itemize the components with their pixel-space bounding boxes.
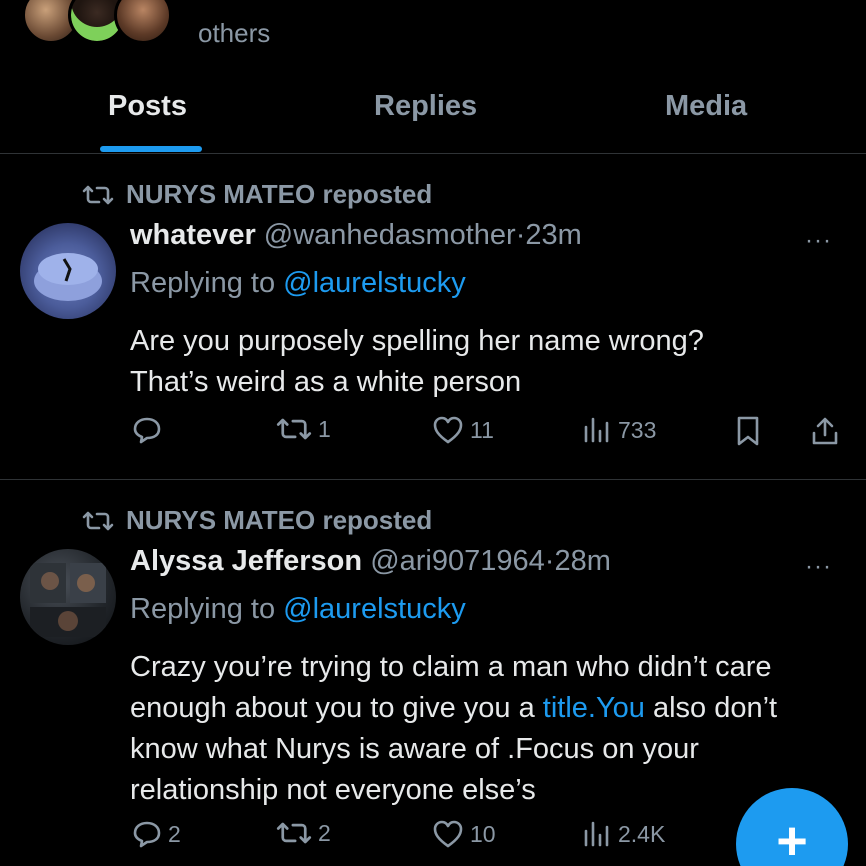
more-options-icon[interactable]: ··· <box>805 553 832 581</box>
avatar[interactable] <box>20 223 116 319</box>
heart-icon <box>433 820 463 848</box>
views-button[interactable]: 733 <box>582 415 656 445</box>
reply-icon <box>133 417 161 444</box>
repost-count: 2 <box>318 819 331 846</box>
handle[interactable]: @wanhedasmother <box>264 219 516 251</box>
replying-to: Replying to @laurelstucky <box>130 267 466 300</box>
post-text-line: That’s weird as a white person <box>130 366 522 398</box>
post-item[interactable]: NURYS MATEO reposted whatever @wanhedasm… <box>0 155 866 480</box>
tab-media[interactable]: Media <box>665 90 747 123</box>
like-count: 11 <box>470 416 494 443</box>
timestamp[interactable]: 23m <box>525 219 581 251</box>
profile-tabs: Posts Replies Media <box>0 60 866 154</box>
inline-link[interactable]: title.You <box>543 692 645 724</box>
followed-by-row[interactable]: others <box>0 0 866 60</box>
replying-label: Replying to <box>130 593 276 625</box>
like-count: 10 <box>470 820 496 847</box>
avatar[interactable] <box>20 549 116 645</box>
reply-button[interactable]: 2 <box>132 819 181 849</box>
post-header: whatever @wanhedasmother·23m <box>130 219 582 252</box>
mention-link[interactable]: @laurelstucky <box>283 267 466 299</box>
repost-button[interactable]: 1 <box>276 415 331 443</box>
active-tab-indicator <box>100 146 202 152</box>
follower-avatar-3 <box>114 0 172 44</box>
post-header: Alyssa Jefferson @ari9071964·28m <box>130 545 611 578</box>
post-item[interactable]: NURYS MATEO reposted Alyssa Jefferson @a… <box>0 481 866 866</box>
like-button[interactable]: 10 <box>432 819 496 849</box>
separator: · <box>515 219 526 251</box>
repost-icon <box>82 185 114 204</box>
views-icon <box>584 417 609 443</box>
separator: · <box>544 545 555 577</box>
repost-icon <box>276 418 312 440</box>
post-text: Are you purposely spelling her name wron… <box>130 321 850 403</box>
avatar-image-icon <box>34 253 102 301</box>
heart-icon <box>433 416 463 444</box>
tab-posts[interactable]: Posts <box>108 90 187 123</box>
repost-button[interactable]: 2 <box>276 819 331 847</box>
repost-label: NURYS MATEO reposted <box>126 505 433 535</box>
bookmark-icon <box>737 416 759 446</box>
replying-label: Replying to <box>130 267 276 299</box>
view-count: 2.4K <box>618 820 666 847</box>
repost-context: NURYS MATEO reposted <box>82 505 432 536</box>
replying-to: Replying to @laurelstucky <box>130 593 466 626</box>
like-button[interactable]: 11 <box>432 415 494 445</box>
display-name[interactable]: Alyssa Jefferson <box>130 545 362 577</box>
post-text: Crazy you’re trying to claim a man who d… <box>130 647 850 811</box>
tab-replies[interactable]: Replies <box>374 90 477 123</box>
repost-icon <box>276 822 312 844</box>
bookmark-button[interactable] <box>734 415 768 447</box>
reply-button[interactable] <box>132 415 168 445</box>
more-options-icon[interactable]: ··· <box>805 227 832 255</box>
repost-label: NURYS MATEO reposted <box>126 179 433 209</box>
reply-count: 2 <box>168 820 181 847</box>
repost-icon <box>82 511 114 530</box>
mention-link[interactable]: @laurelstucky <box>283 593 466 625</box>
share-icon <box>812 417 838 445</box>
display-name[interactable]: whatever <box>130 219 256 251</box>
others-label: others <box>198 18 271 48</box>
post-text-line: Are you purposely spelling her name wron… <box>130 325 704 357</box>
share-button[interactable] <box>810 415 846 447</box>
repost-count: 1 <box>318 415 331 442</box>
handle[interactable]: @ari9071964 <box>370 545 545 577</box>
timestamp[interactable]: 28m <box>554 545 610 577</box>
repost-context: NURYS MATEO reposted <box>82 179 432 210</box>
reply-icon <box>133 821 161 848</box>
view-count: 733 <box>618 416 657 443</box>
views-icon <box>584 821 609 847</box>
avatar-image-icon <box>30 563 106 637</box>
followers-avatar-stack[interactable] <box>22 0 172 44</box>
views-button[interactable]: 2.4K <box>582 819 665 849</box>
post-actions: 1 11 733 <box>130 415 850 455</box>
